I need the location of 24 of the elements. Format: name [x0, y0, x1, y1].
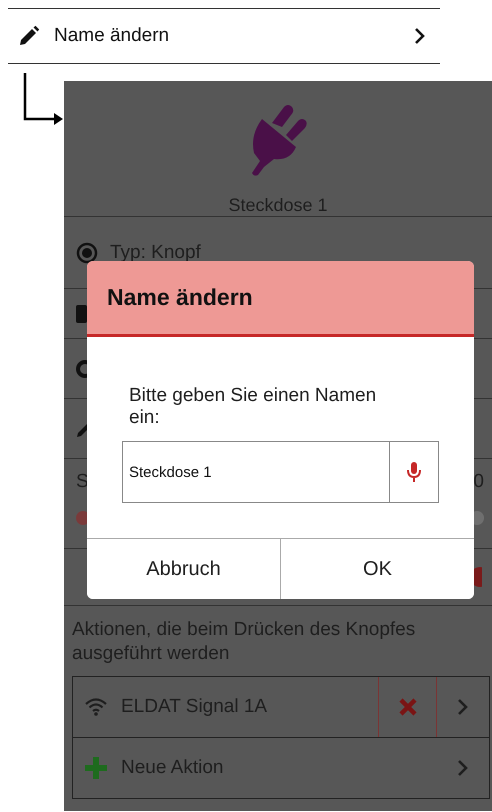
- square-icon: [76, 304, 87, 322]
- pencil-icon: [18, 25, 40, 47]
- slider-label: S: [76, 471, 89, 493]
- action-label: Neue Aktion: [121, 757, 224, 779]
- chevron-right-icon: [414, 27, 426, 45]
- name-input-field[interactable]: Steckdose 1: [122, 441, 439, 503]
- action-label: ELDAT Signal 1A: [121, 696, 268, 718]
- microphone-icon: [406, 461, 422, 483]
- connector-arrow: [22, 73, 64, 127]
- device-name: Steckdose 1: [228, 195, 328, 216]
- dialog-message: Bitte geben Sie einen Namen ein:: [129, 385, 378, 429]
- dialog-title: Name ändern: [87, 261, 474, 337]
- type-label: Typ: Knopf: [110, 242, 201, 264]
- chevron-right-icon: [457, 698, 469, 716]
- radio-button[interactable]: [76, 242, 98, 264]
- menu-item[interactable]: Name ändern: [8, 8, 440, 64]
- wifi-icon: [85, 698, 107, 716]
- name-input[interactable]: Steckdose 1: [123, 442, 389, 502]
- actions-caption: Aktionen, die beim Drücken des Knopfes ausgeführt werden: [71, 618, 416, 666]
- slider-value: 0: [473, 471, 484, 493]
- chevron-right-icon: [457, 759, 469, 777]
- delete-icon: [398, 698, 416, 716]
- ok-button[interactable]: OK: [280, 539, 474, 599]
- plus-icon: [85, 757, 107, 779]
